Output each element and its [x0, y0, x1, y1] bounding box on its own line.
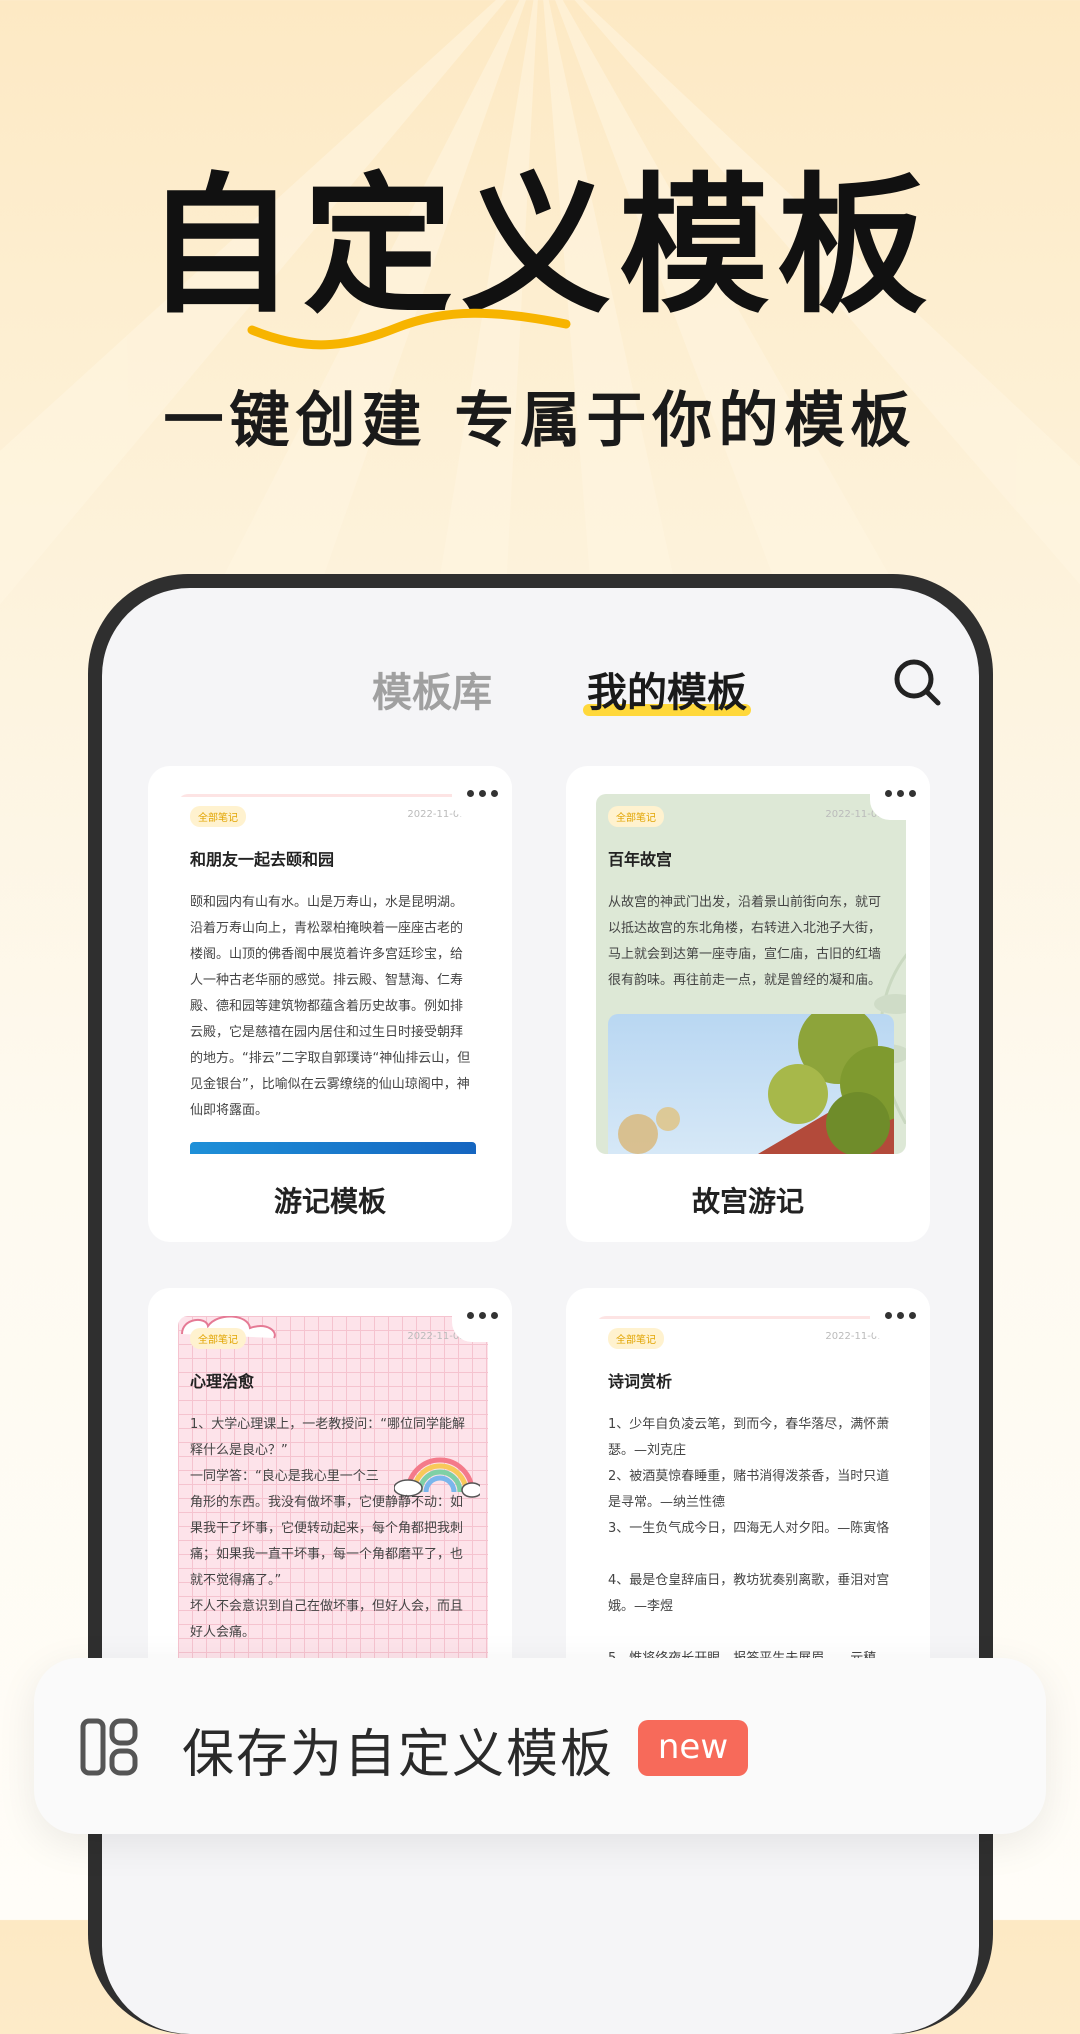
ginkgo-photo [608, 1014, 894, 1154]
preview-line: 好人会痛。 [190, 1625, 256, 1640]
preview-line: 很有韵味。再往前走一点，就是曾经的凝和庙。 [608, 973, 882, 988]
preview-line: 是寻常。—纳兰性德 [608, 1495, 726, 1510]
tab-my-templates[interactable]: 我的模板 [583, 660, 751, 718]
notebook-tag: 全部笔记 [608, 806, 664, 827]
preview-body: 颐和园内有山有水。山是万寿山，水是昆明湖。 沿着万寿山向上，青松翠柏掩映着一座座… [190, 890, 476, 1124]
preview-line: 角形的东西。我没有做坏事，它便静静不动：如 [190, 1495, 464, 1510]
template-name: 故宫游记 [691, 1185, 804, 1218]
preview-line: 坏人不会意识到自己在做坏事，但好人会，而且 [190, 1599, 464, 1614]
template-preview: 全部笔记 2022-11-09 | 20 百年故宫 从故宫的神武门出发，沿着景山… [596, 794, 906, 1154]
preview-line: 果我干了坏事，它便转动起来，每个角都把我刺 [190, 1521, 464, 1536]
preview-line: 沿着万寿山向上，青松翠柏掩映着一座座古老的 [190, 921, 464, 936]
preview-line: 娥。—李煜 [608, 1599, 674, 1614]
preview-line [608, 1542, 894, 1568]
preview-line: 颐和园内有山有水。山是万寿山，水是昆明湖。 [190, 895, 464, 910]
headline-underline [247, 308, 571, 350]
template-preview: 全部笔记 2022-11-09 | 31 诗词赏析 1、少年自负凌云笔，到而今，… [596, 1316, 906, 1678]
tab-label: 模板库 [372, 670, 492, 716]
preview-line: 1、少年自负凌云笔，到而今，春华落尽，满怀萧 [608, 1417, 890, 1432]
notebook-tag: 全部笔记 [190, 1328, 246, 1349]
notebook-tag: 全部笔记 [190, 806, 246, 827]
preview-line: 见金银台”，比喻似在云雾缭绕的仙山琼阁中，神 [190, 1077, 470, 1092]
preview-line: 1、大学心理课上，一老教授问：“哪位同学能解 [190, 1417, 466, 1432]
preview-line: 云殿，它是慈禧在园内居住和过生日时接受朝拜 [190, 1025, 464, 1040]
template-preview: 全部笔记 2022-11-09 | 18 和朋友一起去颐和园 颐和园内有山有水。… [178, 794, 488, 1154]
more-options-button[interactable] [870, 766, 930, 820]
notebook-tag: 全部笔记 [608, 1328, 664, 1349]
search-icon[interactable] [891, 656, 943, 708]
more-options-button[interactable] [452, 766, 512, 820]
template-card[interactable]: 全部笔记 2022-11-09 | 18 和朋友一起去颐和园 颐和园内有山有水。… [148, 766, 512, 1242]
more-icon [466, 789, 498, 797]
preview-meta: 全部笔记 2022-11-09 | 31 [608, 1328, 906, 1349]
preview-line: 人一种古老华丽的感觉。排云殿、智慧海、仁寿 [190, 973, 464, 988]
preview-top-strip [178, 794, 488, 797]
save-label: 保存为自定义模板 [182, 1725, 615, 1785]
template-preview: 全部笔记 2022-11-09 | 32 心理治愈 1、大学心理课上，一老教授问… [178, 1316, 488, 1678]
preview-line: 的地方。“排云”二字取自郭璞诗“神仙排云山，但 [190, 1051, 471, 1066]
preview-title: 和朋友一起去颐和园 [190, 850, 335, 869]
preview-line: 3、一生负气成今日，四海无人对夕阳。—陈寅恪 [608, 1521, 890, 1536]
preview-line: 2、被酒莫惊春睡重，赌书消得泼茶香，当时只道 [608, 1469, 890, 1484]
preview-line: 马上就会到达第一座寺庙，宣仁庙，古旧的红墙 [608, 947, 882, 962]
more-icon [884, 789, 916, 797]
preview-line: 以抵达故宫的东北角楼，右转进入北池子大街， [608, 921, 882, 936]
preview-top-strip [596, 1316, 906, 1319]
template-name: 游记模板 [273, 1185, 386, 1218]
preview-image-edge [190, 1142, 476, 1154]
template-card[interactable]: 全部笔记 2022-11-09 | 20 百年故宫 从故宫的神武门出发，沿着景山… [566, 766, 930, 1242]
preview-title: 心理治愈 [190, 1372, 255, 1391]
preview-body: 1、大学心理课上，一老教授问：“哪位同学能解 释什么是良心？” 一同学答：“良心… [190, 1412, 476, 1646]
preview-line-blank [608, 1620, 894, 1646]
preview-title: 诗词赏析 [608, 1372, 673, 1391]
preview-body: 1、少年自负凌云笔，到而今，春华落尽，满怀萧 瑟。—刘克庄 2、被酒莫惊春睡重，… [608, 1412, 894, 1672]
preview-line: 痛；如果我一直干坏事，每一个角都磨平了，也 [190, 1547, 464, 1562]
promo-subheadline: 一键创建 专属于你的模板 [163, 386, 917, 456]
preview-line: 就不觉得痛了。” [190, 1573, 282, 1588]
save-as-custom-template-bar[interactable]: 保存为自定义模板 new [34, 1658, 1046, 1834]
new-badge: new [638, 1720, 748, 1776]
preview-line: 一同学答：“良心是我心里一个三 [190, 1469, 379, 1484]
preview-photo [608, 1014, 894, 1154]
layout-icon [80, 1718, 138, 1776]
preview-line: 从故宫的神武门出发，沿着景山前街向东，就可 [608, 895, 882, 910]
more-icon [466, 1311, 498, 1319]
more-options-button[interactable] [870, 1288, 930, 1342]
preview-meta: 全部笔记 2022-11-09 | 20 [608, 806, 906, 827]
preview-meta: 全部笔记 2022-11-09 | 32 [190, 1328, 488, 1349]
preview-meta: 全部笔记 2022-11-09 | 18 [190, 806, 488, 827]
preview-line: 楼阁。山顶的佛香阁中展览着许多宫廷珍宝，给 [190, 947, 464, 962]
preview-body: 从故宫的神武门出发，沿着景山前街向东，就可 以抵达故宫的东北角楼，右转进入北池子… [608, 890, 894, 994]
preview-line: 瑟。—刘克庄 [608, 1443, 687, 1458]
preview-line: 殿、德和园等建筑物都蕴含着历史故事。例如排 [190, 999, 464, 1014]
more-icon [884, 1311, 916, 1319]
preview-line: 仙即将露面。 [190, 1103, 269, 1118]
tab-label: 我的模板 [587, 670, 747, 716]
tab-template-library[interactable]: 模板库 [372, 660, 492, 718]
more-options-button[interactable] [452, 1288, 512, 1342]
preview-title: 百年故宫 [608, 850, 673, 869]
preview-line: 4、最是仓皇辞庙日，教坊犹奏别离歌，垂泪对宫 [608, 1573, 890, 1588]
preview-line: 释什么是良心？” [190, 1443, 288, 1458]
tab-bar: 模板库 我的模板 [102, 660, 979, 720]
